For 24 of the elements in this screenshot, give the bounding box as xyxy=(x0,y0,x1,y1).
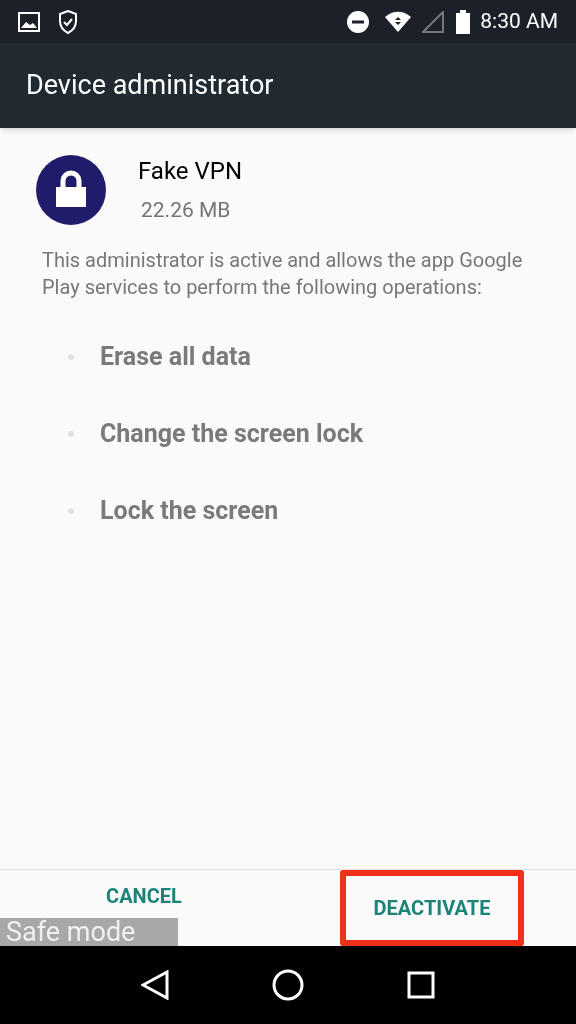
dialog-button[interactable]: CANCEL xyxy=(78,876,210,916)
dialog-button[interactable]: DEACTIVATE xyxy=(339,870,525,946)
bullet-icon xyxy=(68,431,74,437)
recents-icon[interactable] xyxy=(406,971,435,999)
wifi-icon xyxy=(384,10,413,33)
lock-icon xyxy=(36,154,106,225)
image-icon xyxy=(18,11,40,32)
bullet-icon xyxy=(68,508,74,514)
permission-item: Change the screen lock xyxy=(100,418,364,451)
back-icon[interactable] xyxy=(141,970,170,1000)
do-not-disturb-icon xyxy=(346,9,371,34)
app-name: Fake VPN xyxy=(138,156,243,187)
safe-mode-overlay: Safe mode xyxy=(0,918,178,946)
bullet-icon xyxy=(68,354,74,360)
permission-item: Erase all data xyxy=(100,341,251,374)
app-size: 22.26 MB xyxy=(141,197,232,224)
signal-icon xyxy=(422,10,445,33)
clock: 8:30 AM xyxy=(480,7,558,35)
permission-item: Lock the screen xyxy=(100,495,279,528)
shield-icon xyxy=(58,9,78,34)
app-bar-title: Device administrator xyxy=(26,68,274,104)
battery-icon xyxy=(456,9,471,34)
description: This administrator is active and allows the app Google Play services to perform the following operations: xyxy=(42,246,524,301)
home-icon[interactable] xyxy=(272,969,304,1001)
